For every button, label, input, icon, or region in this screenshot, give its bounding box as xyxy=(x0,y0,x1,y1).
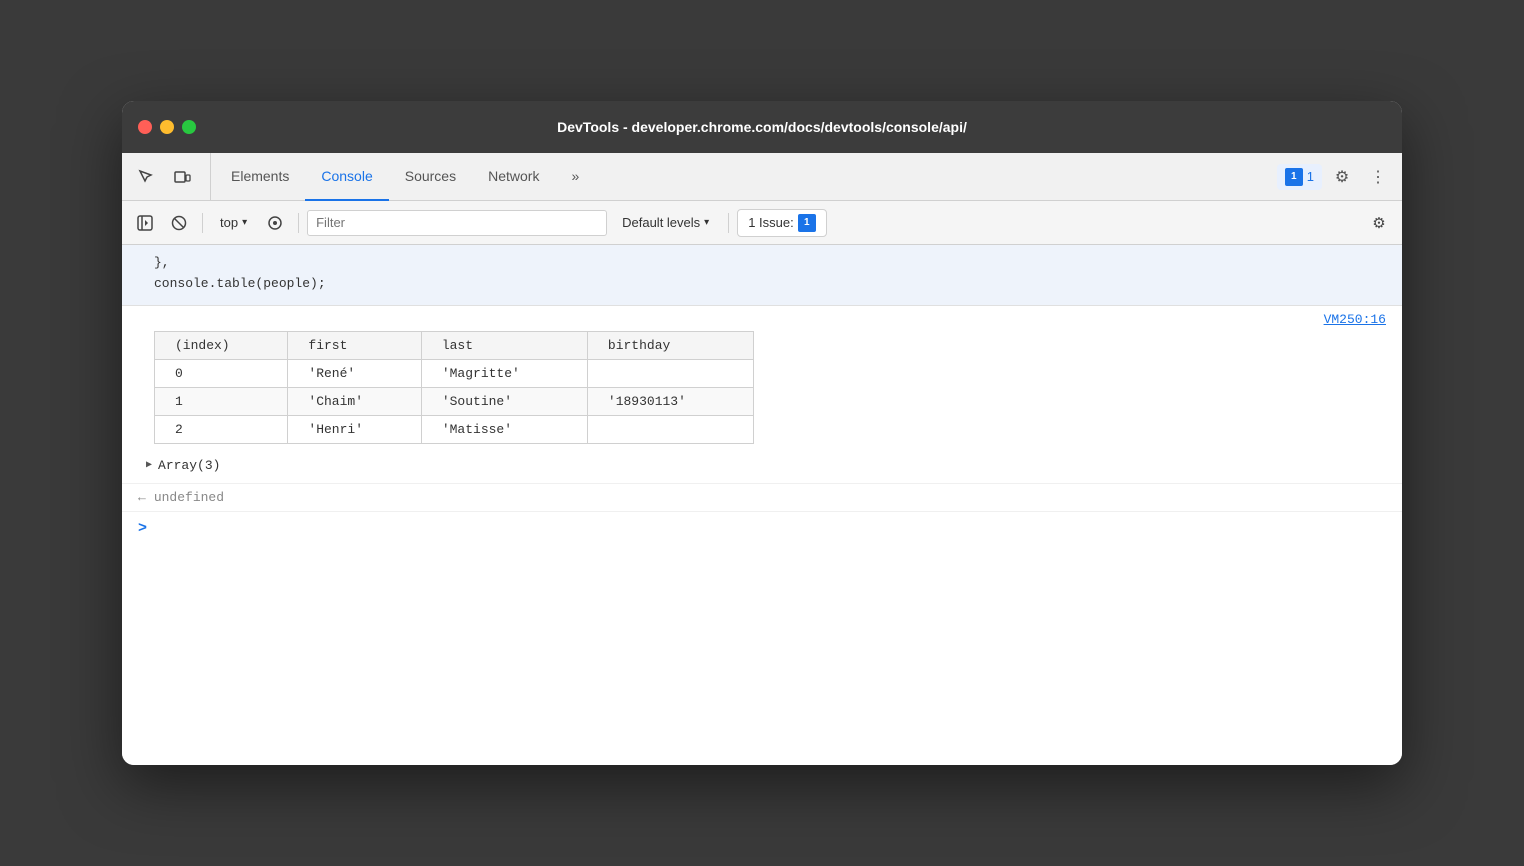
settings-button[interactable]: ⚙ xyxy=(1326,161,1358,193)
console-table: (index) first last birthday 0'René''Magr… xyxy=(154,331,754,444)
tabs-right-actions: 1 1 ⚙ ⋮ xyxy=(1277,153,1394,200)
console-settings-icon[interactable]: ⚙ xyxy=(1364,208,1394,238)
more-options-button[interactable]: ⋮ xyxy=(1362,161,1394,193)
context-selector[interactable]: top ▾ xyxy=(211,210,256,235)
titlebar: DevTools - developer.chrome.com/docs/dev… xyxy=(122,101,1402,153)
cell-index: 1 xyxy=(155,387,288,415)
cell-first: 'Henri' xyxy=(288,415,421,443)
console-table-section: VM250:16 (index) first last birthday 0'R… xyxy=(122,306,1402,483)
cell-last: 'Magritte' xyxy=(421,359,587,387)
cell-index: 0 xyxy=(155,359,288,387)
toolbar-divider-2 xyxy=(298,213,299,233)
undefined-text: undefined xyxy=(154,490,224,505)
vm-link[interactable]: VM250:16 xyxy=(122,310,1402,331)
cell-last: 'Matisse' xyxy=(421,415,587,443)
toolbar-divider-3 xyxy=(728,213,729,233)
col-header-birthday: birthday xyxy=(587,331,753,359)
traffic-lights xyxy=(138,120,196,134)
cell-birthday xyxy=(587,359,753,387)
col-header-index: (index) xyxy=(155,331,288,359)
sidebar-toggle-icon[interactable] xyxy=(130,208,160,238)
issues-counter-badge: 1 xyxy=(798,214,816,232)
console-prompt[interactable]: > xyxy=(122,511,1402,545)
toolbar-icons xyxy=(130,153,211,200)
undefined-result: ← undefined xyxy=(122,483,1402,511)
array-label: Array(3) xyxy=(158,458,220,473)
minimize-button[interactable] xyxy=(160,120,174,134)
issues-tab-button[interactable]: 1 1 xyxy=(1277,164,1322,190)
issues-counter-button[interactable]: 1 Issue: 1 xyxy=(737,209,827,237)
table-row: 2'Henri''Matisse' xyxy=(155,415,754,443)
toolbar-divider-1 xyxy=(202,213,203,233)
issues-badge-icon: 1 xyxy=(1285,168,1303,186)
clear-console-icon[interactable] xyxy=(164,208,194,238)
tabs-bar: Elements Console Sources Network » 1 1 xyxy=(122,153,1402,201)
table-row: 1'Chaim''Soutine''18930113' xyxy=(155,387,754,415)
prompt-icon: > xyxy=(138,520,147,537)
cell-index: 2 xyxy=(155,415,288,443)
tabs-nav: Elements Console Sources Network » xyxy=(215,153,1277,200)
cell-last: 'Soutine' xyxy=(421,387,587,415)
code-line-1: }, xyxy=(154,253,1386,274)
cell-first: 'René' xyxy=(288,359,421,387)
devtools-window: DevTools - developer.chrome.com/docs/dev… xyxy=(122,101,1402,765)
col-header-last: last xyxy=(421,331,587,359)
tab-elements[interactable]: Elements xyxy=(215,153,305,201)
tab-more[interactable]: » xyxy=(555,153,595,201)
table-header-row: (index) first last birthday xyxy=(155,331,754,359)
return-arrow-icon: ← xyxy=(138,490,146,505)
console-code-block: }, console.table(people); xyxy=(122,245,1402,306)
console-toolbar: top ▾ Default levels ▾ 1 Issue: 1 ⚙ xyxy=(122,201,1402,245)
window-title: DevTools - developer.chrome.com/docs/dev… xyxy=(557,119,967,135)
tab-console[interactable]: Console xyxy=(305,153,388,201)
maximize-button[interactable] xyxy=(182,120,196,134)
cell-birthday: '18930113' xyxy=(587,387,753,415)
table-row: 0'René''Magritte' xyxy=(155,359,754,387)
tab-sources[interactable]: Sources xyxy=(389,153,472,201)
code-line-2: console.table(people); xyxy=(154,274,1386,295)
live-expressions-icon[interactable] xyxy=(260,208,290,238)
inspect-icon[interactable] xyxy=(130,161,162,193)
expand-triangle-icon: ▶ xyxy=(146,459,152,471)
tab-network[interactable]: Network xyxy=(472,153,555,201)
filter-input[interactable] xyxy=(307,210,607,236)
log-levels-button[interactable]: Default levels ▾ xyxy=(611,210,720,235)
cell-birthday xyxy=(587,415,753,443)
array-expandable[interactable]: ▶ Array(3) xyxy=(122,452,1402,479)
col-header-first: first xyxy=(288,331,421,359)
device-toolbar-icon[interactable] xyxy=(166,161,198,193)
close-button[interactable] xyxy=(138,120,152,134)
console-output: }, console.table(people); VM250:16 (inde… xyxy=(122,245,1402,765)
cell-first: 'Chaim' xyxy=(288,387,421,415)
